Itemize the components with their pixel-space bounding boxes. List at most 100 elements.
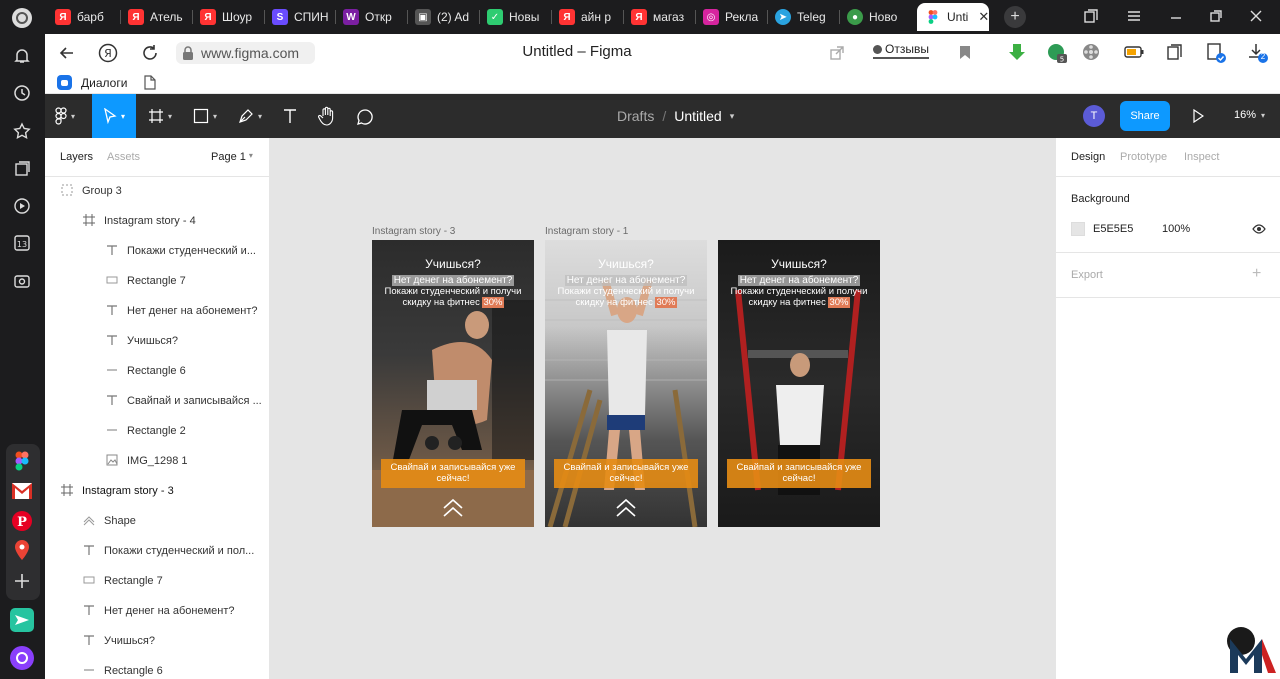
hand-tool-button[interactable] <box>318 106 336 129</box>
breadcrumb-drafts[interactable]: Drafts <box>617 108 654 124</box>
text-tool-button[interactable] <box>282 107 298 128</box>
layer-name: Rectangle 6 <box>104 665 163 677</box>
layer-row[interactable]: Rectangle 6 <box>45 356 270 386</box>
figma-app-icon[interactable] <box>10 449 34 473</box>
main-menu-button[interactable]: ▾ <box>55 107 75 125</box>
comment-tool-button[interactable] <box>356 108 374 129</box>
play-icon[interactable] <box>10 194 34 218</box>
bookmark-dialogs[interactable]: Диалоги <box>57 75 127 90</box>
messenger-app-icon[interactable] <box>10 608 34 632</box>
reviews-button[interactable]: Отзывы <box>873 42 929 59</box>
film-reel-icon[interactable] <box>1081 42 1101 65</box>
text-layer-icon <box>82 634 96 649</box>
menu-icon[interactable] <box>1126 8 1142 27</box>
tab-7[interactable]: Яайн р <box>551 3 623 31</box>
background-opacity-input[interactable]: 100% <box>1162 223 1190 235</box>
downloads-icon[interactable]: 2 <box>1247 42 1269 67</box>
verified-doc-icon[interactable] <box>1205 42 1227 67</box>
battery-icon[interactable] <box>1124 45 1144 62</box>
browser-logo-icon[interactable] <box>10 6 34 30</box>
tab-assets[interactable]: Assets <box>107 151 140 163</box>
tab-1[interactable]: Я Атель <box>120 3 192 31</box>
alice-assistant-icon[interactable] <box>10 646 34 670</box>
layer-row[interactable]: Учишься? <box>45 626 270 656</box>
tab-prototype[interactable]: Prototype <box>1120 151 1167 163</box>
collections-ext-icon[interactable] <box>1166 43 1184 64</box>
file-name[interactable]: Untitled <box>674 108 721 124</box>
reload-icon[interactable] <box>141 44 159 65</box>
layer-row[interactable]: Покажи студенческий и... <box>45 236 270 266</box>
tab-layers[interactable]: Layers <box>60 151 93 163</box>
bookmark-icon[interactable] <box>959 45 971 63</box>
layer-row[interactable]: Учишься? <box>45 326 270 356</box>
layer-row[interactable]: Rectangle 7 <box>45 566 270 596</box>
layer-row[interactable]: Rectangle 7 <box>45 266 270 296</box>
tab-design[interactable]: Design <box>1071 151 1105 163</box>
open-external-icon[interactable] <box>829 45 845 64</box>
gmail-icon[interactable] <box>10 479 34 503</box>
page-selector[interactable]: Page 1 ▾ <box>211 151 253 163</box>
share-button[interactable]: Share <box>1120 101 1170 131</box>
layer-row[interactable]: Нет денег на абонемент? <box>45 296 270 326</box>
star-icon[interactable] <box>10 119 34 143</box>
background-hex-input[interactable]: E5E5E5 <box>1093 223 1133 235</box>
minimize-icon[interactable] <box>1168 8 1184 27</box>
history-icon[interactable] <box>10 81 34 105</box>
layer-row[interactable]: Shape <box>45 506 270 536</box>
shape-tool-button[interactable]: ▾ <box>193 108 217 124</box>
restore-icon[interactable] <box>1208 8 1224 27</box>
screenshot-icon[interactable] <box>10 269 34 293</box>
chevron-down-icon[interactable]: ▾ <box>730 111 735 122</box>
avatar[interactable]: T <box>1083 105 1105 127</box>
tab-11[interactable]: ● Ново <box>839 3 911 31</box>
layer-row[interactable]: IMG_1298 1 <box>45 446 270 476</box>
tab-0[interactable]: Ябарб <box>47 3 117 31</box>
download-arrow-ext-icon[interactable] <box>1007 42 1027 65</box>
ext-shield-icon[interactable]: 5 <box>1046 42 1068 67</box>
calendar-icon[interactable]: 13 <box>10 231 34 255</box>
new-tab-icon[interactable]: + <box>1004 6 1026 28</box>
tab-6[interactable]: ✓ Новы <box>479 3 551 31</box>
collections-icon[interactable] <box>10 157 34 181</box>
tab-10[interactable]: ➤ Teleg <box>767 3 839 31</box>
layer-row[interactable]: Свайпай и записывайся ... <box>45 386 270 416</box>
url-field[interactable]: www.figma.com <box>176 42 315 64</box>
document-icon[interactable] <box>144 75 156 93</box>
maps-pin-icon[interactable] <box>10 538 34 562</box>
layer-row[interactable]: Нет денег на абонемент? <box>45 596 270 626</box>
frame-label-story-1[interactable]: Instagram story - 1 <box>545 226 628 237</box>
layer-row[interactable]: Instagram story - 4 <box>45 206 270 236</box>
pen-tool-button[interactable]: ▾ <box>238 108 262 124</box>
layer-row[interactable]: Rectangle 2 <box>45 416 270 446</box>
pinterest-icon[interactable]: P <box>10 509 34 533</box>
frame-tool-button[interactable]: ▾ <box>148 108 172 124</box>
zoom-control[interactable]: 16% ▾ <box>1234 109 1265 121</box>
layer-row[interactable]: Instagram story - 3 <box>45 476 270 506</box>
tab-8[interactable]: Ямагаз <box>623 3 695 31</box>
bell-icon[interactable] <box>10 44 34 68</box>
eye-icon[interactable] <box>1252 223 1266 238</box>
back-icon[interactable] <box>59 45 75 64</box>
layer-row[interactable]: Rectangle 6 <box>45 656 270 679</box>
tab-2[interactable]: Я Шоур <box>192 3 264 31</box>
layer-row[interactable]: Group 3 <box>45 176 270 206</box>
tab-5[interactable]: ▣ (2) Ad <box>407 3 479 31</box>
add-export-icon[interactable]: + <box>1252 265 1261 283</box>
present-play-icon[interactable] <box>1192 108 1205 126</box>
background-color-swatch[interactable] <box>1071 222 1085 236</box>
figma-toolbar: ▾ ▾ ▾ ▾ ▾ Drafts / Untitled ▾ T Share 16… <box>45 94 1280 138</box>
window-close-icon[interactable] <box>1248 8 1264 27</box>
close-tab-icon[interactable]: ✕ <box>978 9 989 25</box>
tab-3[interactable]: S СПИН <box>264 3 335 31</box>
tab-inspect[interactable]: Inspect <box>1184 151 1219 163</box>
yandex-home-icon[interactable]: Я <box>98 43 118 66</box>
tab-9[interactable]: ◎ Рекла <box>695 3 767 31</box>
move-tool-button[interactable]: ▾ <box>92 94 136 138</box>
canvas[interactable]: Instagram story - 3 Instagram story - 1 <box>270 138 1055 679</box>
tabs-overview-icon[interactable] <box>1083 8 1099 27</box>
layer-row[interactable]: Покажи студенческий и пол... <box>45 536 270 566</box>
tab-active-figma[interactable]: Unti ✕ <box>917 3 989 31</box>
frame-label-story-3[interactable]: Instagram story - 3 <box>372 226 455 237</box>
tab-4[interactable]: W Откр <box>335 3 407 31</box>
add-app-icon[interactable] <box>10 569 34 593</box>
